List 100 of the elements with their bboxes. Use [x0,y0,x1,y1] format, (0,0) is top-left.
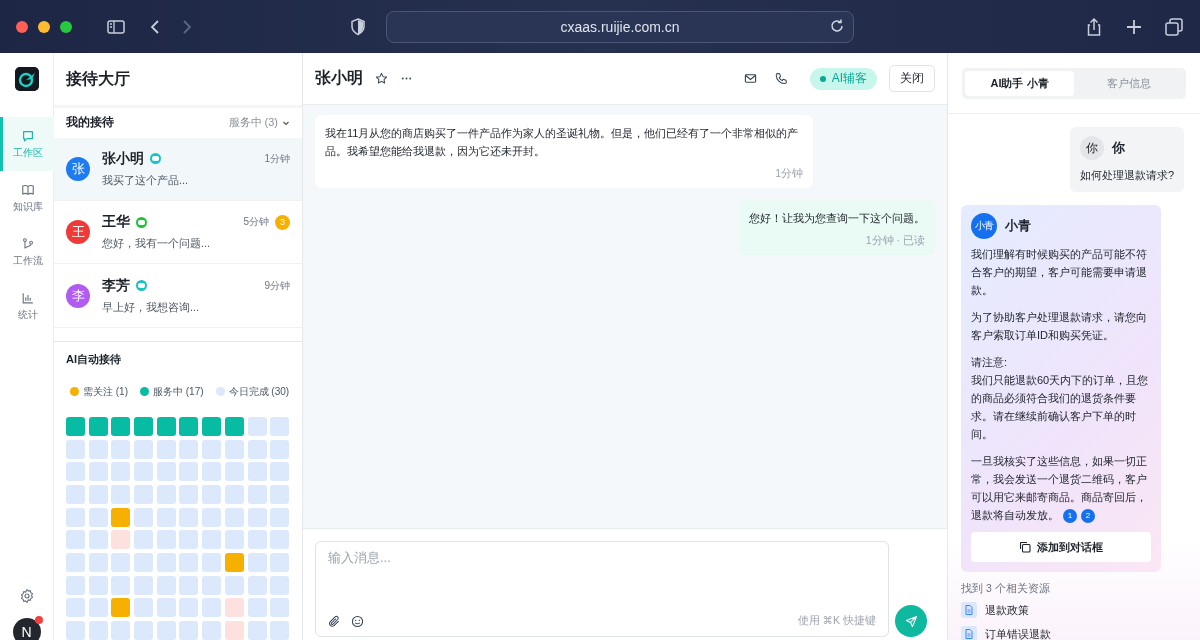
status-cell[interactable] [270,462,290,482]
status-cell[interactable] [270,484,290,504]
status-cell[interactable] [66,575,85,595]
tabs-overview-icon[interactable] [1164,16,1184,37]
status-cell[interactable] [66,530,85,550]
status-cell[interactable] [224,439,244,459]
status-cell[interactable] [270,552,290,572]
status-cell[interactable] [88,439,108,459]
status-cell[interactable] [156,416,176,436]
status-cell[interactable] [224,575,244,595]
status-cell[interactable] [179,462,199,482]
status-cell[interactable] [66,621,85,640]
status-cell[interactable] [66,507,85,527]
status-cell[interactable] [247,439,267,459]
settings-icon[interactable] [18,588,35,604]
status-cell[interactable] [66,416,85,436]
conversation-item[interactable]: 王 王华 5分钟 3 您好，我有一个问题... [54,201,302,265]
user-avatar[interactable]: N [12,618,41,640]
status-cell[interactable] [247,598,267,618]
status-cell[interactable] [88,484,108,504]
status-cell[interactable] [88,598,108,618]
status-cell[interactable] [156,507,176,527]
status-cell[interactable] [134,416,154,436]
status-cell[interactable] [111,439,131,459]
address-bar[interactable]: cxaas.ruijie.com.cn [386,10,854,43]
status-cell[interactable] [270,575,290,595]
status-cell[interactable] [270,416,290,436]
citation-link[interactable]: 2 [1081,509,1095,524]
status-cell[interactable] [179,484,199,504]
status-cell[interactable] [88,416,108,436]
status-cell[interactable] [111,575,131,595]
status-cell[interactable] [224,598,244,618]
conversation-item[interactable]: 李 李芳 9分钟 早上好，我想咨询... [54,264,302,328]
emoji-icon[interactable] [351,614,364,628]
status-cell[interactable] [156,530,176,550]
status-cell[interactable] [224,507,244,527]
status-cell[interactable] [88,507,108,527]
nav-item[interactable]: 知识库 [0,171,54,225]
status-cell[interactable] [111,552,131,572]
status-cell[interactable] [179,530,199,550]
send-button[interactable] [895,605,927,637]
minimize-window-button[interactable] [38,20,50,33]
status-cell[interactable] [88,621,108,640]
status-cell[interactable] [179,507,199,527]
status-cell[interactable] [270,439,290,459]
status-cell[interactable] [247,416,267,436]
reload-icon[interactable] [829,17,845,34]
status-cell[interactable] [270,621,290,640]
status-cell[interactable] [247,507,267,527]
close-window-button[interactable] [16,20,28,33]
status-cell[interactable] [156,575,176,595]
status-cell[interactable] [202,552,222,572]
status-cell[interactable] [270,530,290,550]
status-cell[interactable] [156,462,176,482]
status-cell[interactable] [224,484,244,504]
status-cell[interactable] [156,598,176,618]
conversation-item[interactable]: 张 张小明 1分钟 我买了这个产品... [54,137,302,202]
status-cell[interactable] [202,575,222,595]
status-cell[interactable] [88,462,108,482]
status-cell[interactable] [179,621,199,640]
status-cell[interactable] [88,552,108,572]
status-cell[interactable] [111,416,131,436]
status-cell[interactable] [156,439,176,459]
status-cell[interactable] [111,507,131,527]
citation-link[interactable]: 1 [1063,509,1077,524]
status-cell[interactable] [179,598,199,618]
status-cell[interactable] [202,621,222,640]
app-logo[interactable] [14,67,39,91]
status-cell[interactable] [66,462,85,482]
status-cell[interactable] [247,484,267,504]
status-cell[interactable] [88,575,108,595]
status-cell[interactable] [156,552,176,572]
close-button[interactable]: 关闭 [889,65,935,92]
phone-icon[interactable] [774,72,788,85]
status-cell[interactable] [134,439,154,459]
resource-link[interactable]: 订单错误退款 [961,624,1200,640]
status-cell[interactable] [66,552,85,572]
status-cell[interactable] [156,621,176,640]
panel-tab[interactable]: AI助手 小青 [965,71,1074,96]
status-cell[interactable] [270,507,290,527]
status-cell[interactable] [156,484,176,504]
status-cell[interactable] [111,598,131,618]
status-cell[interactable] [247,575,267,595]
shield-icon[interactable] [348,16,368,37]
status-cell[interactable] [247,621,267,640]
nav-item[interactable]: 工作流 [0,225,54,279]
mail-icon[interactable] [743,72,757,85]
status-cell[interactable] [247,462,267,482]
status-cell[interactable] [224,552,244,572]
status-cell[interactable] [202,484,222,504]
status-cell[interactable] [202,598,222,618]
status-cell[interactable] [224,416,244,436]
status-cell[interactable] [179,416,199,436]
status-cell[interactable] [111,530,131,550]
status-cell[interactable] [247,530,267,550]
star-icon[interactable] [375,72,388,85]
status-cell[interactable] [134,484,154,504]
status-cell[interactable] [134,598,154,618]
status-cell[interactable] [247,552,267,572]
status-cell[interactable] [202,416,222,436]
